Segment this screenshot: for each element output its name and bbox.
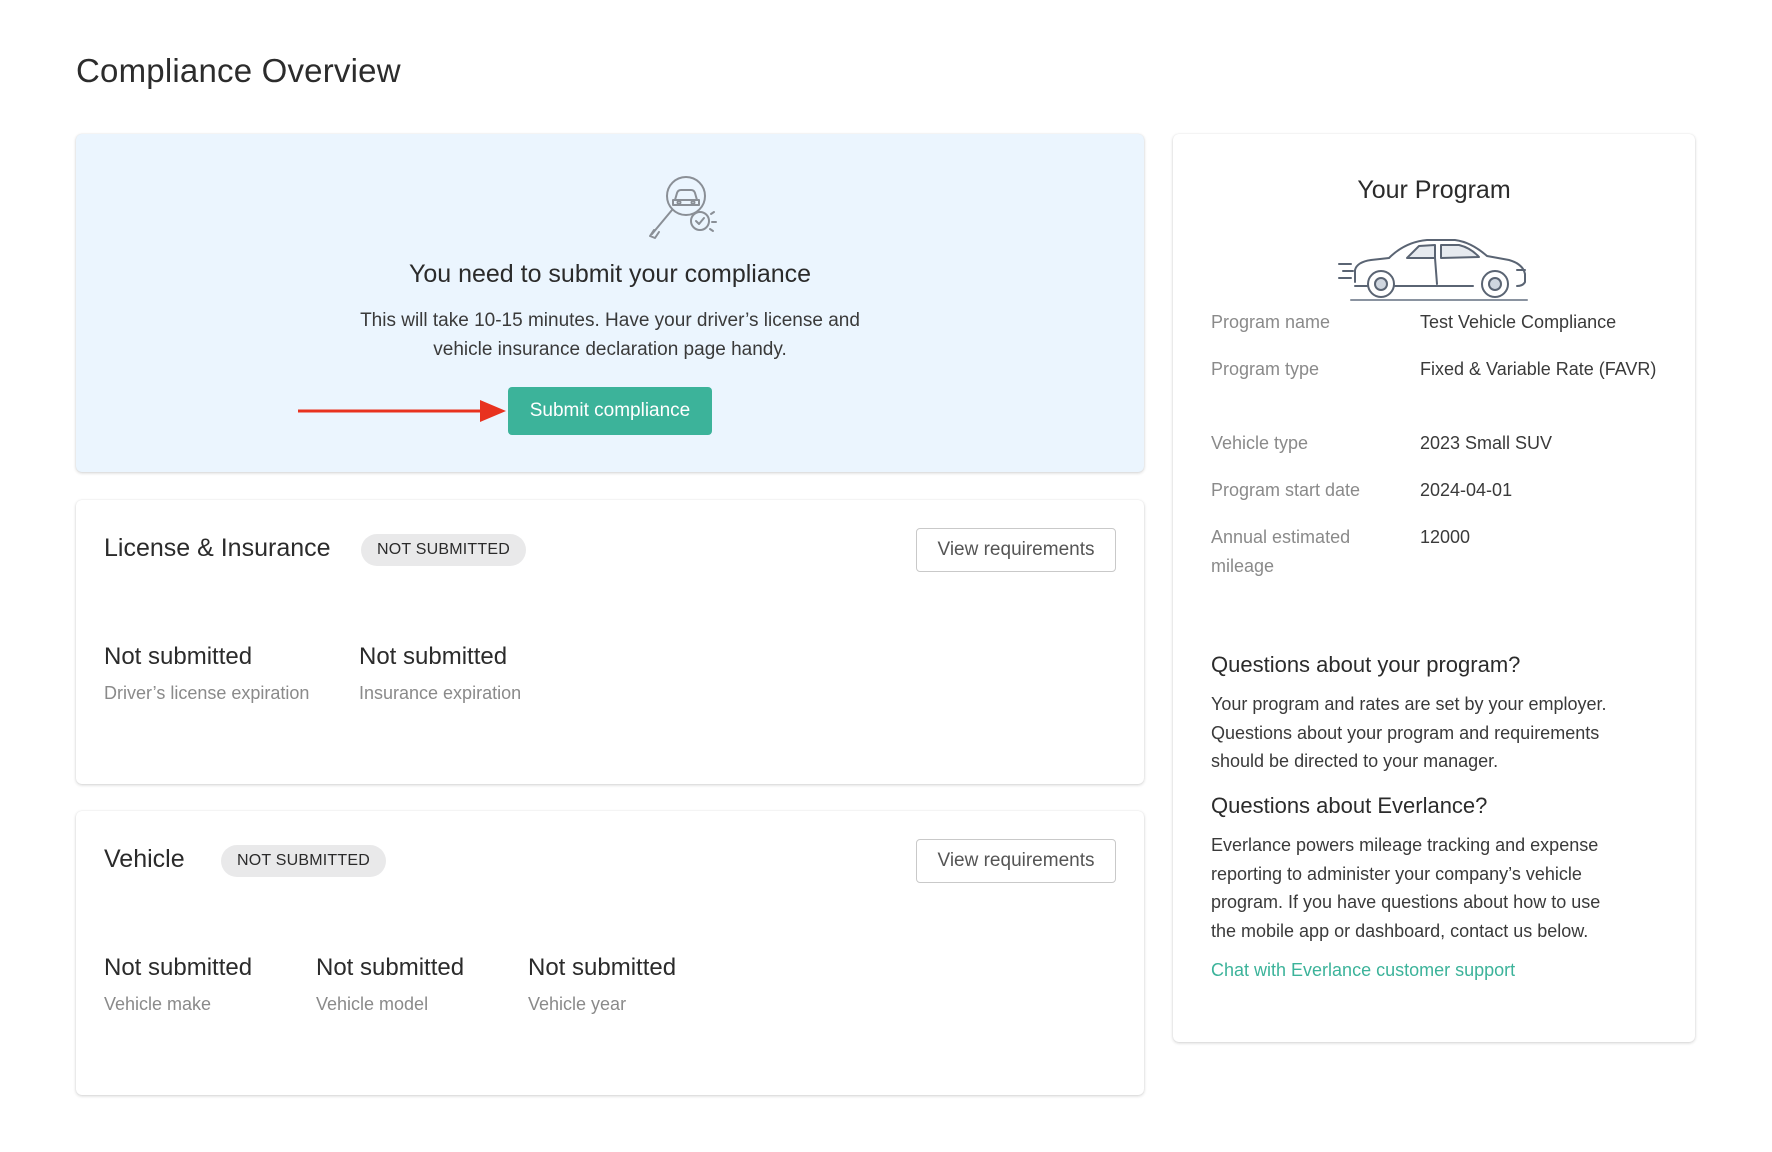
license-expiration-field: Not submitted Driver’s license expiratio… bbox=[104, 643, 309, 704]
text-line: Questions about your program and require… bbox=[1211, 722, 1600, 743]
license-insurance-card: License & Insurance NOT SUBMITTED View r… bbox=[76, 500, 1144, 784]
page-title: Compliance Overview bbox=[76, 52, 401, 89]
questions-program-title: Questions about your program? bbox=[1211, 652, 1521, 677]
questions-everlance-text: Everlance powers mileage tracking and ex… bbox=[1211, 831, 1671, 945]
status-badge: NOT SUBMITTED bbox=[361, 534, 526, 566]
detail-value: 2024-04-01 bbox=[1420, 480, 1513, 500]
detail-value: 12000 bbox=[1420, 527, 1471, 547]
field-value: Not submitted bbox=[104, 643, 253, 670]
field-label: Vehicle year bbox=[528, 994, 627, 1014]
text-line: Everlance powers mileage tracking and ex… bbox=[1211, 835, 1599, 855]
compliance-hero-card: You need to submit your compliance This … bbox=[76, 134, 1144, 472]
detail-label: Vehicle type bbox=[1211, 433, 1309, 453]
vehicle-card: Vehicle NOT SUBMITTED View requirements … bbox=[76, 811, 1144, 1095]
view-requirements-button[interactable]: View requirements bbox=[916, 839, 1116, 883]
field-value: Not submitted bbox=[104, 954, 253, 981]
questions-program-text: Your program and rates are set by your e… bbox=[1211, 690, 1671, 776]
detail-value: Test Vehicle Compliance bbox=[1420, 312, 1617, 332]
field-label: Vehicle make bbox=[104, 994, 212, 1014]
field-label: Vehicle model bbox=[316, 994, 429, 1014]
detail-label: Program name bbox=[1211, 312, 1331, 332]
vehicle-model-field: Not submitted Vehicle model bbox=[316, 954, 464, 1015]
text-line: Your program and rates are set by your e… bbox=[1211, 694, 1607, 714]
program-title: Your Program bbox=[1357, 176, 1511, 204]
field-value: Not submitted bbox=[359, 643, 508, 670]
text-line: program. If you have questions about how… bbox=[1211, 892, 1601, 912]
field-value: Not submitted bbox=[316, 954, 465, 981]
text-line: reporting to administer your company’s v… bbox=[1211, 863, 1582, 884]
annotation-arrow-icon bbox=[298, 400, 506, 422]
program-card: Your Program Program name Test Vehicle C… bbox=[1173, 134, 1695, 1042]
insurance-expiration-field: Not submitted Insurance expiration bbox=[359, 643, 521, 704]
field-label: Insurance expiration bbox=[359, 683, 522, 703]
detail-value: Fixed & Variable Rate (FAVR) bbox=[1420, 359, 1657, 379]
section-title: License & Insurance bbox=[104, 534, 331, 562]
hero-description-line: This will take 10-15 minutes. Have your … bbox=[360, 310, 860, 331]
detail-label: Program type bbox=[1211, 359, 1320, 379]
detail-label: Annual estimated mileage bbox=[1211, 527, 1351, 576]
status-badge: NOT SUBMITTED bbox=[221, 845, 386, 877]
customer-support-link[interactable]: Chat with Everlance customer support bbox=[1211, 960, 1515, 981]
vehicle-year-field: Not submitted Vehicle year bbox=[528, 954, 676, 1015]
text-line: should be directed to your manager. bbox=[1211, 751, 1499, 771]
submit-compliance-button[interactable]: Submit compliance bbox=[508, 387, 712, 435]
hero-description-line: vehicle insurance declaration page handy… bbox=[433, 339, 787, 360]
section-title: Vehicle bbox=[104, 845, 185, 873]
vehicle-make-field: Not submitted Vehicle make bbox=[104, 954, 252, 1015]
field-value: Not submitted bbox=[528, 954, 677, 981]
hero-description: This will take 10-15 minutes. Have your … bbox=[76, 306, 1144, 364]
field-label: Driver’s license expiration bbox=[104, 683, 310, 703]
view-requirements-button[interactable]: View requirements bbox=[916, 528, 1116, 572]
detail-value: 2023 Small SUV bbox=[1420, 433, 1553, 453]
car-icon bbox=[1338, 239, 1528, 301]
hero-title: You need to submit your compliance bbox=[408, 260, 812, 288]
text-line: the mobile app or dashboard, contact us … bbox=[1211, 920, 1589, 941]
detail-label: Program start date bbox=[1211, 480, 1361, 500]
magnifier-car-check-icon bbox=[649, 176, 717, 239]
questions-everlance-title: Questions about Everlance? bbox=[1211, 793, 1488, 818]
